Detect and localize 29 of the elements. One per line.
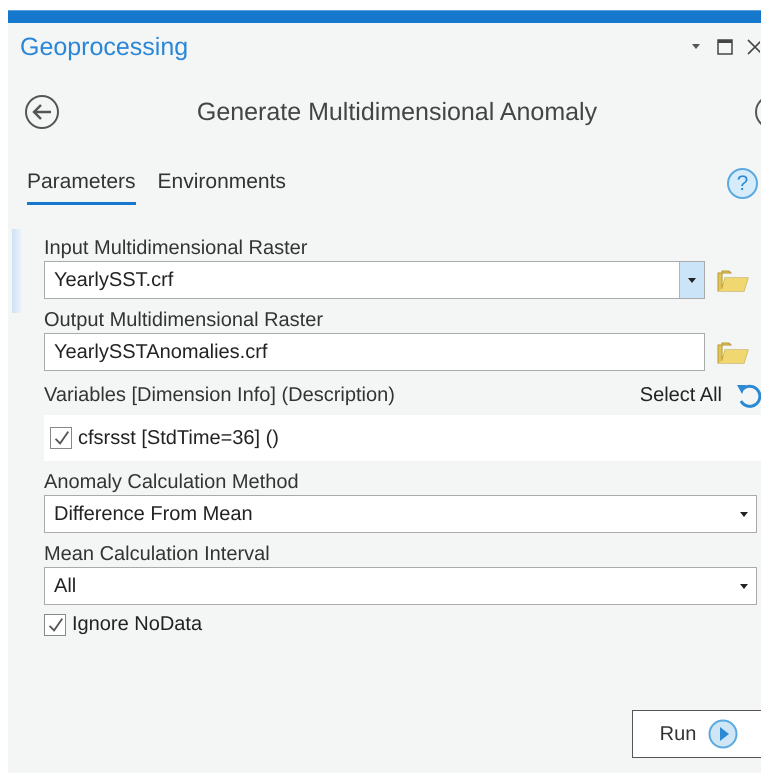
select-all-link[interactable]: Select All (640, 384, 722, 406)
dropdown-caret-icon[interactable] (691, 43, 703, 51)
tool-title: Generate Multidimensional Anomaly (196, 98, 598, 126)
dropdown-caret-icon[interactable] (739, 510, 749, 518)
parameter-label: Mean Calculation Interval (44, 542, 271, 567)
tab[interactable]: Environments (158, 170, 286, 205)
panel-title: Geoprocessing (20, 32, 190, 62)
folder-icon[interactable] (717, 268, 749, 292)
dropdown-caret-icon[interactable] (739, 582, 749, 590)
parameter-label: Output Multidimensional Raster (44, 308, 324, 333)
tab[interactable]: Parameters (27, 170, 136, 205)
play-icon (708, 719, 738, 749)
checkbox-label: Ignore NoData (72, 613, 202, 636)
close-icon[interactable] (747, 39, 760, 55)
dropdown-field[interactable]: Difference From Mean (44, 495, 757, 533)
parameter-label: Anomaly Calculation Method (44, 470, 300, 495)
folder-icon[interactable] (717, 340, 749, 364)
parameter-label: Input Multidimensional Raster (44, 236, 308, 261)
dropdown-caret-icon[interactable] (687, 276, 697, 284)
dropdown-field[interactable]: All (44, 567, 757, 605)
back-icon[interactable] (24, 94, 60, 130)
checkbox[interactable] (44, 614, 66, 636)
dropdown-field[interactable]: YearlySST.crf (44, 261, 705, 299)
parameter-label: Variables [Dimension Info] (Description) (44, 383, 395, 408)
maximize-icon[interactable] (717, 39, 733, 55)
checkbox[interactable] (50, 427, 72, 449)
checkbox-label: cfsrsst [StdTime=36] () (78, 426, 279, 450)
run-button[interactable]: Run (632, 710, 761, 758)
input-field[interactable]: YearlySSTAnomalies.crf (44, 333, 705, 371)
